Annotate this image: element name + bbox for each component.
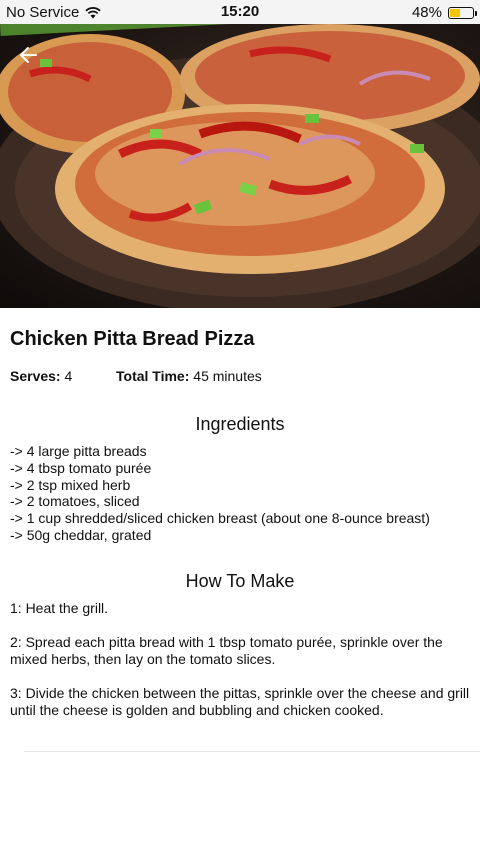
serves-label: Serves: <box>10 368 61 384</box>
status-bar: No Service 15:20 48% <box>0 0 480 24</box>
battery-nub <box>475 10 477 16</box>
serves-value: 4 <box>64 368 73 384</box>
ingredients-list: -> 4 large pitta breads -> 4 tbsp tomato… <box>10 443 430 544</box>
ingredient-item: -> 2 tsp mixed herb <box>10 476 131 493</box>
method-step: 1: Heat the grill. <box>10 600 109 616</box>
battery-fill <box>450 8 461 17</box>
recipe-title: Chicken Pitta Bread Pizza <box>10 328 255 350</box>
ingredient-item: -> 4 large pitta breads <box>10 443 147 459</box>
ingredient-item: -> 4 tbsp tomato purée <box>10 459 152 476</box>
battery-percent: 48% <box>411 4 442 21</box>
status-time: 15:20 <box>220 3 260 20</box>
content-divider <box>24 751 480 752</box>
total-time-value: 45 minutes <box>193 368 262 384</box>
battery-icon <box>448 6 477 19</box>
method-step: 2: Spread each pitta bread with 1 tbsp t… <box>10 634 443 667</box>
serves-info: Serves: 4 <box>10 368 116 384</box>
method-steps-list: 1: Heat the grill. 2: Spread each pitta … <box>10 600 470 736</box>
total-time-info: Total Time: 45 minutes <box>116 368 262 384</box>
recipe-meta: Serves: 4 Total Time: 45 minutes <box>10 368 262 384</box>
method-step: 3: Divide the chicken between the pittas… <box>10 685 470 718</box>
ingredient-item: -> 2 tomatoes, sliced <box>10 493 140 510</box>
ingredient-item: -> 1 cup shredded/sliced chicken breast … <box>10 510 430 527</box>
status-right: 48% <box>411 4 477 21</box>
total-time-label: Total Time: <box>116 368 190 384</box>
ingredients-heading: Ingredients <box>195 414 285 434</box>
back-arrow-icon[interactable] <box>16 44 38 66</box>
pizza-photo <box>0 24 480 308</box>
recipe-hero-image <box>0 24 480 308</box>
ingredient-item: -> 50g cheddar, grated <box>10 526 152 543</box>
method-heading: How To Make <box>185 571 295 591</box>
